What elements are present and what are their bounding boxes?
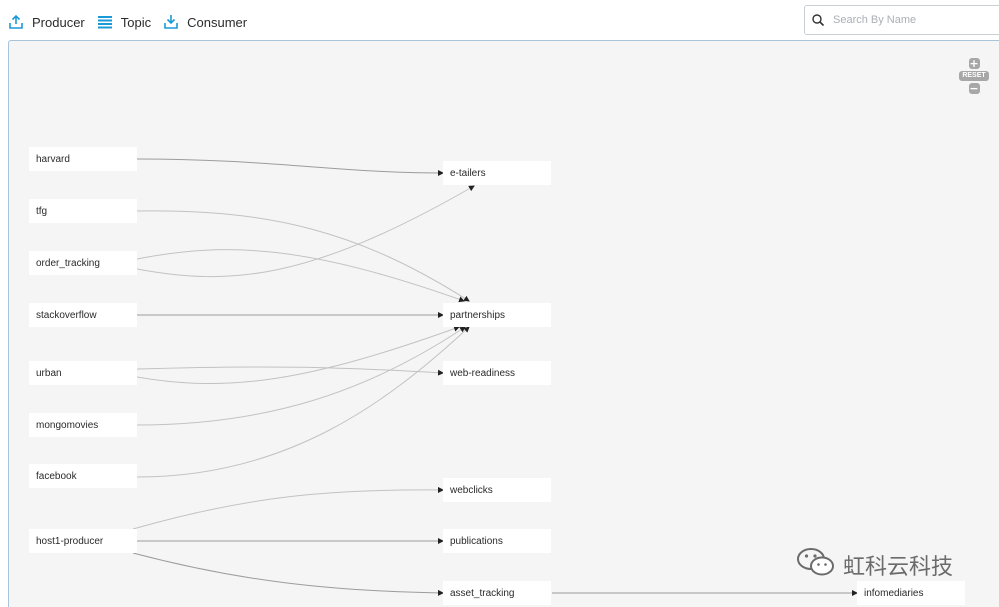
search-box[interactable] xyxy=(804,5,999,35)
producer-node-tfg[interactable]: tfg xyxy=(29,199,137,223)
watermark-text: 虹科云科技 xyxy=(843,555,954,580)
topic-node-partnerships[interactable]: partnerships xyxy=(443,303,551,327)
graph-canvas[interactable]: harvard tfg order_tracking stackoverflow… xyxy=(8,40,999,607)
edge-host1-producer-webclicks xyxy=(132,486,444,530)
legend-topic[interactable]: Topic xyxy=(97,14,151,30)
producer-node-facebook[interactable]: facebook xyxy=(29,464,137,488)
upload-icon xyxy=(8,14,24,30)
download-icon xyxy=(163,14,179,30)
legend-bar: Producer Topic Consumer xyxy=(8,10,247,34)
legend-producer-label: Producer xyxy=(32,14,85,30)
legend-producer[interactable]: Producer xyxy=(8,14,85,30)
search-icon xyxy=(811,13,825,27)
producer-node-harvard[interactable]: harvard xyxy=(29,147,137,171)
producer-node-urban[interactable]: urban xyxy=(29,361,137,385)
zoom-in-button[interactable]: + xyxy=(968,58,980,69)
topic-node-webclicks[interactable]: webclicks xyxy=(443,478,551,502)
legend-topic-label: Topic xyxy=(120,14,152,30)
producer-node-mongomovies[interactable]: mongomovies xyxy=(29,413,137,437)
zoom-out-button[interactable]: − xyxy=(968,83,980,94)
legend-consumer-label: Consumer xyxy=(187,14,248,30)
list-icon xyxy=(97,14,113,30)
topology-view: Producer Topic Consumer Search By Name h… xyxy=(0,0,999,607)
edge-urban-partnerships xyxy=(136,325,460,385)
topic-node-asset_tracking[interactable]: asset_tracking xyxy=(443,581,551,605)
edge-host1-producer-asset_tracking xyxy=(132,552,444,596)
wechat-logo-icon xyxy=(795,545,837,585)
edge-order_tracking-e-tailers xyxy=(136,185,475,278)
topic-node-e-tailers[interactable]: e-tailers xyxy=(443,161,551,185)
producer-node-order_tracking[interactable]: order_tracking xyxy=(29,251,137,275)
edge-facebook-partnerships xyxy=(136,326,470,478)
producer-node-host1-producer[interactable]: host1-producer xyxy=(29,529,137,553)
watermark: 虹科云科技 xyxy=(795,545,953,585)
edge-urban-web-readiness xyxy=(136,366,444,376)
topic-node-web-readiness[interactable]: web-readiness xyxy=(443,361,551,385)
producer-node-stackoverflow[interactable]: stackoverflow xyxy=(29,303,137,327)
zoom-controls: + RESET − xyxy=(958,58,990,94)
zoom-reset-button[interactable]: RESET xyxy=(959,71,989,81)
topic-node-publications[interactable]: publications xyxy=(443,529,551,553)
legend-consumer[interactable]: Consumer xyxy=(163,14,247,30)
search-input[interactable] xyxy=(833,14,993,26)
edge-harvard-e-tailers xyxy=(136,158,444,176)
